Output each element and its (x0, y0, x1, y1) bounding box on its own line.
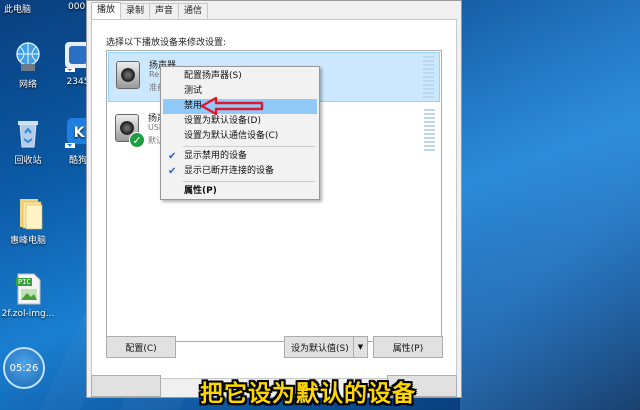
pic-tag: PIC (18, 278, 31, 286)
desktop-icon-image-file[interactable]: PIC 2f.zol-img... (0, 272, 56, 319)
menu-item-label: 显示禁用的设备 (184, 151, 248, 161)
folder-icon (11, 196, 45, 230)
dialog-bottom-button[interactable] (91, 375, 161, 397)
menu-separator (183, 181, 315, 182)
volume-meter (424, 109, 435, 153)
default-device-check-icon: ✓ (129, 132, 145, 148)
tab-communications[interactable]: 通信 (178, 3, 209, 19)
clock-widget[interactable]: 05:26 (3, 347, 45, 389)
recycle-bin-icon (11, 116, 45, 150)
tab-sounds[interactable]: 声音 (149, 3, 180, 19)
desktop-icon-network[interactable]: 网络 (0, 40, 56, 90)
menu-item-show-disconnected[interactable]: ✔ 显示已断开连接的设备 (163, 164, 317, 179)
menu-item-set-default-comm-device[interactable]: 设置为默认通信设备(C) (163, 129, 317, 144)
desktop-label-partial[interactable]: 000 (68, 2, 85, 12)
menu-separator (183, 146, 315, 147)
red-arrow-annotation-icon (200, 96, 264, 116)
checkmark-icon: ✔ (168, 166, 177, 177)
dropdown-arrow-icon[interactable]: ▼ (353, 337, 367, 357)
menu-item-show-disabled[interactable]: ✔ 显示禁用的设备 (163, 149, 317, 164)
set-default-button[interactable]: 设为默认值(S) ▼ (284, 336, 368, 358)
desktop-icon-label: 网络 (18, 80, 37, 90)
desktop-label-this-pc[interactable]: 此电脑 (4, 2, 31, 15)
desktop-icon-label: 惠峰电脑 (9, 236, 46, 246)
device-context-menu: 配置扬声器(S) 测试 禁用 设置为默认设备(D) 设置为默认通信设备(C) ✔… (160, 66, 320, 200)
set-default-label: 设为默认值(S) (291, 343, 349, 354)
speaker-icon: ✓ (115, 114, 145, 148)
picture-file-icon: PIC (11, 272, 45, 306)
speaker-icon (116, 61, 140, 89)
desktop-icon-label: 2f.zol-img... (1, 309, 55, 319)
properties-button[interactable]: 属性(P) (373, 336, 443, 358)
menu-item-configure-speakers[interactable]: 配置扬声器(S) (163, 69, 317, 84)
device-driver: Re (149, 70, 160, 79)
wallpaper-light-band (460, 0, 640, 410)
tab-recording[interactable]: 录制 (120, 3, 151, 19)
instruction-text: 选择以下播放设备来修改设置: (106, 38, 227, 48)
menu-item-properties[interactable]: 属性(P) (163, 184, 317, 199)
configure-button[interactable]: 配置(C) (106, 336, 176, 358)
dialog-tabs: 播放 录制 声音 通信 (91, 2, 209, 20)
checkmark-icon: ✔ (168, 151, 177, 162)
desktop-icon-folder[interactable]: 惠峰电脑 (0, 196, 56, 246)
svg-text:K: K (74, 125, 86, 141)
tab-playback[interactable]: 播放 (91, 2, 122, 20)
video-subtitle: 把它设为默认的设备 (200, 381, 416, 407)
desktop-icon-label: 回收站 (14, 156, 42, 166)
menu-item-label: 显示已断开连接的设备 (184, 166, 275, 176)
desktop-icon-recycle-bin[interactable]: 回收站 (0, 116, 56, 166)
menu-item-set-default-device[interactable]: 设置为默认设备(D) (163, 114, 317, 129)
volume-meter (423, 56, 434, 100)
network-icon (11, 40, 45, 74)
